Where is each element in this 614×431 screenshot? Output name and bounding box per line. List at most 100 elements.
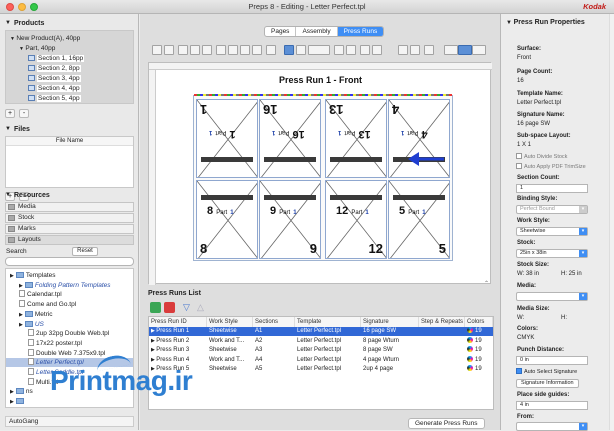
template-file[interactable]: 2up 32pg Double Web.tpl	[6, 329, 133, 338]
snap-grid-icon[interactable]	[410, 45, 420, 55]
generate-press-runs-button[interactable]: Generate Press Runs	[408, 418, 485, 429]
product-tree-item[interactable]: Section 3, 4pp	[28, 74, 81, 83]
press-run-row[interactable]: ▶ Press Run 4 Work and T... A4 Letter Perfe…	[149, 355, 493, 365]
imposed-page[interactable]: 88 Part 1	[196, 180, 258, 259]
resource-tab-stock[interactable]: Stock	[5, 213, 134, 223]
template-folder[interactable]: ▶	[6, 397, 133, 406]
split-view-icon[interactable]	[472, 45, 486, 55]
disclosure-right-icon[interactable]: ▶	[19, 322, 23, 328]
snap-icon[interactable]	[398, 45, 408, 55]
vertical-distribute-icon[interactable]	[334, 45, 344, 55]
imposed-page[interactable]: 12 12 Part 1	[325, 180, 387, 259]
col-work-style[interactable]: Work Style	[207, 317, 253, 327]
template-file[interactable]: 17x22 poster.tpl	[6, 338, 133, 348]
disclosure-right-icon[interactable]: ▶	[19, 283, 23, 289]
zoom-tool-icon[interactable]	[228, 45, 238, 55]
marks-toggle-icon[interactable]	[360, 45, 370, 55]
files-header[interactable]: ▼ Files	[0, 124, 139, 135]
arrow-tool-icon[interactable]	[164, 45, 174, 55]
file-name-column-header[interactable]: File Name	[6, 137, 133, 146]
text-tool-icon[interactable]	[240, 45, 250, 55]
sheet-view-icon[interactable]	[284, 45, 294, 55]
single-view-icon[interactable]	[444, 45, 458, 55]
binding-select[interactable]: Perfect Bound ▾	[516, 205, 588, 214]
spread-view-icon[interactable]	[458, 45, 472, 55]
place-side-input[interactable]: 4 in	[516, 401, 588, 410]
imposed-page[interactable]: 13 13 Part 1	[325, 99, 387, 178]
col-step-repeats[interactable]: Step & Repeats	[419, 317, 465, 327]
tab-press-runs[interactable]: Press Runs	[337, 27, 384, 36]
work-style-select[interactable]: Sheetwise ▾	[516, 227, 588, 236]
rotate-tool-icon[interactable]	[252, 45, 262, 55]
tab-assembly[interactable]: Assembly	[296, 27, 338, 36]
guide-toggle-icon[interactable]	[372, 45, 382, 55]
media-select[interactable]: ▾	[516, 292, 588, 301]
resize-icon[interactable]: ⌃	[484, 280, 490, 287]
product-tree-item[interactable]: ▼ Part, 40pp	[19, 44, 55, 53]
press-run-row[interactable]: ▶ Press Run 3 Sheetwise A3 Letter Perfect.t…	[149, 346, 493, 355]
remove-product-button[interactable]: -	[19, 109, 29, 118]
products-header[interactable]: ▼ Products	[0, 18, 139, 29]
copy-icon[interactable]	[266, 45, 276, 55]
search-input[interactable]	[5, 257, 134, 266]
punch-input[interactable]: 0 in	[516, 356, 588, 365]
add-press-run-icon[interactable]	[150, 302, 161, 313]
move-up-icon[interactable]: △	[197, 302, 204, 313]
template-folder[interactable]: ▶ Folding Pattern Templates	[6, 281, 133, 290]
delete-press-run-icon[interactable]	[164, 302, 175, 313]
stock-select[interactable]: 25in x 38in ▾	[516, 249, 588, 258]
press-sheet-canvas[interactable]: Press Run 1 - Front 11 Part 1 16 16 Part 1…	[148, 62, 492, 285]
template-file[interactable]: Come and Go.tpl	[6, 300, 133, 309]
properties-header[interactable]: ▼ Press Run Properties	[506, 19, 585, 26]
signature-information-button[interactable]: Signature Information	[516, 379, 579, 388]
imposed-page[interactable]: 11 Part 1	[196, 99, 258, 178]
add-page-icon[interactable]	[190, 45, 200, 55]
select-tool-icon[interactable]	[152, 45, 162, 55]
col-press-run-id[interactable]: Press Run ID	[149, 317, 207, 327]
template-folder[interactable]: ▶ Metric	[6, 310, 133, 319]
autogang-panel[interactable]: AutoGang	[5, 416, 134, 427]
col-template[interactable]: Template	[295, 317, 361, 327]
tab-pages[interactable]: Pages	[265, 27, 297, 36]
imposed-page[interactable]: 55 Part 1	[388, 180, 450, 259]
section-count-input[interactable]: 1	[516, 184, 588, 193]
template-folder[interactable]: ▶ US	[6, 320, 133, 329]
horizontal-distribute-icon[interactable]	[308, 45, 330, 55]
col-signature[interactable]: Signature	[361, 317, 419, 327]
resources-header[interactable]: ▼ Resources	[0, 190, 139, 201]
press-run-row[interactable]: ▶ Press Run 2 Work and T... A2 Letter Perfe…	[149, 336, 493, 346]
auto-apply-checkbox[interactable]: Auto Apply PDF TrimSize	[516, 163, 586, 170]
product-tree-item[interactable]: Section 4, 4pp	[28, 84, 81, 93]
properties-scrollbar[interactable]	[609, 14, 614, 430]
product-tree-item[interactable]: Section 5, 4pp	[28, 94, 81, 103]
disclosure-right-icon[interactable]: ▶	[10, 389, 14, 395]
col-sections[interactable]: Sections	[253, 317, 295, 327]
imposed-page[interactable]: 44 Part 1	[388, 99, 450, 178]
auto-select-signature-checkbox[interactable]: Auto Select Signature	[516, 368, 577, 375]
page-tool-icon[interactable]	[178, 45, 188, 55]
hand-tool-icon[interactable]	[216, 45, 226, 55]
press-sheet[interactable]: 11 Part 1 16 16 Part 1 13 13 Part 144 Part 1…	[193, 94, 453, 261]
disclosure-right-icon[interactable]: ▶	[10, 273, 14, 279]
auto-divide-checkbox[interactable]: Auto Divide Stock	[516, 153, 567, 160]
product-tree-item[interactable]: Section 2, 8pp	[28, 64, 81, 73]
resource-tab-marks[interactable]: Marks	[5, 224, 134, 234]
template-file[interactable]: Calendar.tpl	[6, 290, 133, 299]
gap-icon[interactable]	[346, 45, 356, 55]
resource-tab-media[interactable]: Media	[5, 202, 134, 212]
move-down-icon[interactable]: ▽	[183, 302, 190, 313]
col-colors[interactable]: Colors	[465, 317, 493, 327]
press-run-row[interactable]: ▶ Press Run 1 Sheetwise A1 Letter Perfect.t…	[149, 327, 493, 336]
crop-tool-icon[interactable]	[202, 45, 212, 55]
layer-icon[interactable]	[424, 45, 434, 55]
template-folder[interactable]: ▶ Templates	[6, 271, 133, 280]
product-tree-item[interactable]: Section 1, 16pp	[28, 54, 85, 63]
reset-button[interactable]: Reset	[72, 247, 98, 256]
press-run-row[interactable]: ▶ Press Run 5 Sheetwise A5 Letter Perfect.t…	[149, 365, 493, 374]
align-icon[interactable]	[296, 45, 306, 55]
imposed-page[interactable]: 16 16 Part 1	[259, 99, 321, 178]
disclosure-right-icon[interactable]: ▶	[10, 399, 14, 405]
product-tree-item[interactable]: ▼ New Product(A), 40pp	[10, 34, 80, 43]
imposed-page[interactable]: 99 Part 1	[259, 180, 321, 259]
add-product-button[interactable]: +	[5, 109, 15, 118]
